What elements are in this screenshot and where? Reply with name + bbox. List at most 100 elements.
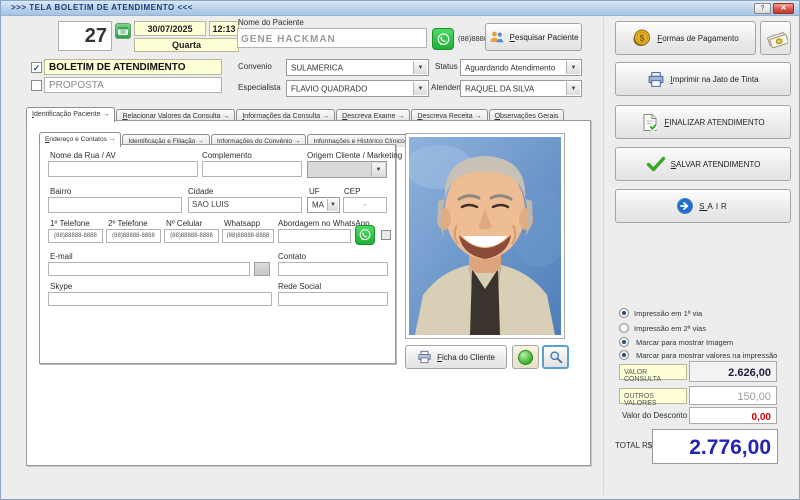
email-action-button[interactable] (254, 262, 270, 276)
radio-print-2vias[interactable] (619, 323, 629, 333)
especialista-select[interactable]: FLAVIO QUADRADO ▼ (286, 80, 429, 97)
tab-label: Informações da Consulta → (242, 113, 329, 120)
printer-icon (417, 350, 432, 364)
patient-portrait-image (409, 137, 561, 335)
email-input[interactable] (48, 262, 250, 276)
street-input[interactable] (48, 161, 198, 177)
svg-text:$: $ (640, 33, 645, 43)
separator (603, 17, 604, 495)
boletim-label: BOLETIM DE ATENDIMENTO (44, 59, 222, 75)
radio-print-2vias-label: Impressão em 2ª vias (634, 324, 706, 333)
sub-tab-strip: Endereço e Contatos →Identificação e Fil… (39, 129, 399, 145)
payment-button[interactable]: $ Formas de Pagamento (615, 21, 756, 55)
whatsapp-label: Whatsapp (224, 219, 260, 228)
printer-icon (647, 71, 665, 88)
tab-identificacao-paciente[interactable]: Identificação Paciente → (26, 107, 115, 122)
street-label: Nome da Rua / AV (50, 151, 116, 160)
search-patient-button[interactable]: Pesquisar Paciente (485, 23, 582, 51)
ficha-cliente-label: Ficha do Cliente (437, 353, 495, 362)
radio-show-image[interactable] (619, 337, 629, 347)
skype-input[interactable] (48, 292, 272, 306)
cep-label: CEP (344, 187, 360, 196)
finish-attendance-button[interactable]: FINALIZAR ATENDIMENTO (615, 105, 791, 139)
radio-print-1via[interactable] (619, 308, 629, 318)
close-button[interactable]: ✕ (773, 3, 794, 14)
record-number-box[interactable]: 27 (58, 21, 112, 51)
status-select[interactable]: Aguardando Atendimento ▼ (460, 59, 582, 76)
chevron-down-icon[interactable]: ▼ (413, 82, 427, 95)
total-value: 2.776,00 (652, 429, 778, 464)
exit-button[interactable]: SAIR (615, 189, 791, 223)
skype-label: Skype (50, 282, 72, 291)
main-tab-strip: Identificação Paciente → Relacionar Valor… (26, 104, 592, 121)
patient-name-label: Nome do Paciente (238, 18, 304, 27)
radio-show-values-label: Marcar para mostrar valores na impressão (636, 351, 777, 360)
phone1-input[interactable]: (88)88888-8888 (48, 229, 103, 243)
uf-select[interactable]: MA ▼ (307, 197, 340, 213)
tab-label: Relacionar Valores da Consulta → (122, 113, 229, 120)
chevron-down-icon[interactable]: ▼ (327, 199, 338, 211)
money-receipt-button[interactable] (760, 21, 791, 55)
calendar-icon[interactable] (115, 23, 131, 39)
chevron-down-icon[interactable]: ▼ (413, 61, 427, 74)
save-attendance-label: SALVAR ATENDIMENTO (671, 160, 761, 169)
radio-show-values[interactable] (619, 350, 629, 360)
ficha-cliente-button[interactable]: Ficha do Cliente (405, 345, 507, 369)
radio-print-1via-label: Impressão em 1ª via (634, 309, 702, 318)
cell-input[interactable]: (88)88888-8888 (164, 229, 219, 243)
proposta-checkbox[interactable] (31, 80, 42, 91)
date-box[interactable]: 30/07/2025 (134, 21, 206, 36)
origin-select[interactable]: ▼ (307, 161, 387, 178)
wa-approach-input[interactable] (278, 229, 351, 243)
desconto-value[interactable]: 0,00 (689, 407, 777, 424)
cep-input[interactable]: - (343, 197, 387, 213)
help-button[interactable]: ? (754, 3, 771, 14)
email-label: E-mail (50, 252, 73, 261)
convenio-value: SULAMERICA (291, 63, 343, 72)
contact-input[interactable] (278, 262, 388, 276)
whatsapp-icon[interactable] (432, 28, 454, 50)
tab-label: Endereço e Contatos → (45, 136, 115, 143)
whatsapp-icon[interactable] (355, 225, 375, 245)
save-attendance-button[interactable]: SALVAR ATENDIMENTO (615, 147, 791, 181)
origin-label: Origem Cliente / Marketing (307, 151, 402, 160)
patient-photo (405, 133, 565, 339)
valor-consulta-label: VALOR CONSULTA (619, 364, 687, 380)
outros-valores-label: OUTROS VALORES (619, 388, 687, 404)
webcam-button[interactable] (512, 345, 539, 369)
time-box: 12:13 (209, 21, 239, 36)
patients-icon (489, 30, 505, 44)
patient-name-input[interactable]: GENE HACKMAN (237, 28, 427, 48)
radio-show-image-label: Marcar para mostrar Imagem (636, 338, 733, 347)
payment-label: Formas de Pagamento (657, 34, 738, 43)
tab-endereco-contatos[interactable]: Endereço e Contatos → (39, 132, 121, 147)
wa-option-checkbox[interactable] (381, 230, 391, 240)
tab-label: Observações Gerais (495, 113, 559, 120)
phone2-input[interactable]: (88)88888-8888 (106, 229, 161, 243)
convenio-select[interactable]: SULAMERICA ▼ (286, 59, 429, 76)
tab-label: Descreva Exame → (342, 113, 404, 120)
checkmark-icon: ✓ (33, 63, 41, 73)
chevron-down-icon[interactable]: ▼ (566, 61, 580, 74)
outros-valores-value[interactable]: 150,00 (689, 386, 777, 405)
webcam-icon (518, 350, 533, 365)
social-input[interactable] (278, 292, 388, 306)
city-label: Cidade (188, 187, 213, 196)
boletim-checkbox[interactable]: ✓ (31, 62, 42, 73)
atendente-select[interactable]: RAQUEL DA SILVA ▼ (460, 80, 582, 97)
city-input[interactable]: SAO LUIS (188, 197, 302, 213)
close-icon: ✕ (781, 5, 787, 12)
print-inkjet-button[interactable]: Imprimir na Jato de Tinta (615, 62, 791, 96)
convenio-label: Convenio (238, 62, 272, 71)
finish-attendance-label: FINALIZAR ATENDIMENTO (664, 118, 764, 127)
zoom-photo-button[interactable] (542, 345, 569, 369)
complement-input[interactable] (202, 161, 302, 177)
chevron-down-icon[interactable]: ▼ (371, 163, 385, 176)
valor-consulta-value[interactable]: 2.626,00 (689, 361, 777, 382)
whatsapp-input[interactable]: (88)88888-8888 (222, 229, 274, 243)
proposta-label: PROPOSTA (44, 77, 222, 93)
district-input[interactable] (48, 197, 182, 213)
uf-label: UF (309, 187, 320, 196)
help-icon: ? (761, 5, 765, 12)
chevron-down-icon[interactable]: ▼ (566, 82, 580, 95)
